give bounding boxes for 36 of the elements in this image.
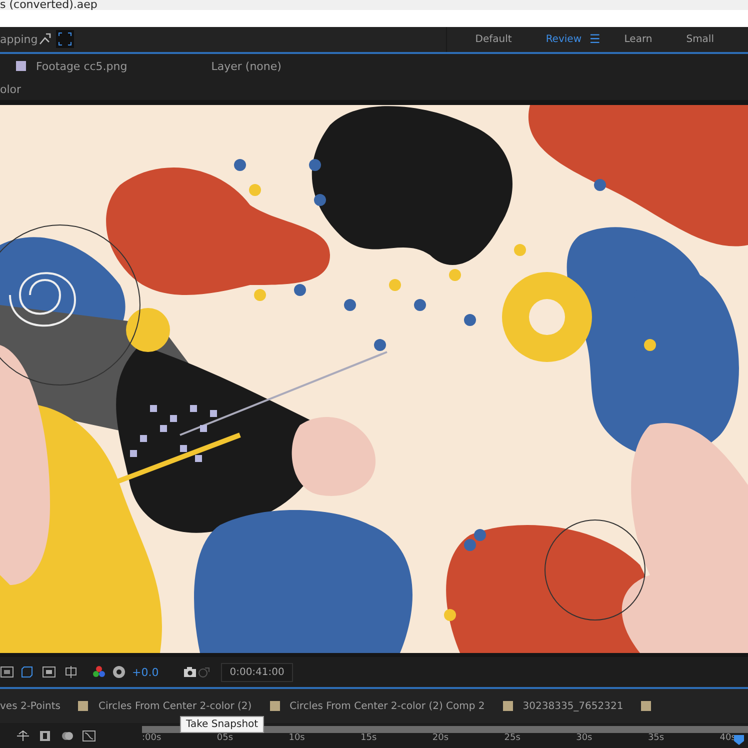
time-tick-label: :00s <box>142 733 162 744</box>
layer-tab[interactable]: Layer (none) <box>211 60 282 73</box>
timecode-field[interactable]: 0:00:41:00 <box>220 662 294 682</box>
composition-tab[interactable]: 30238335_7652321 <box>522 700 624 712</box>
color-channels-icon[interactable] <box>92 665 106 680</box>
workspace-tab[interactable]: Default <box>475 34 512 45</box>
snap-toggle-button[interactable] <box>56 30 74 48</box>
tooltip: Take Snapshot <box>180 716 264 733</box>
menu-icon[interactable]: ☰ <box>590 32 600 46</box>
snapping-label: apping <box>0 32 38 46</box>
film-icon[interactable] <box>38 728 52 743</box>
grid-icon[interactable] <box>0 665 14 680</box>
workspace-tab[interactable]: Small <box>686 34 714 45</box>
panel-label: olor <box>0 83 22 96</box>
workspace-tab[interactable]: Review <box>546 34 582 45</box>
solo-icon[interactable] <box>16 728 30 743</box>
composition-tab[interactable]: ves 2-Points <box>0 700 60 712</box>
composition-tab[interactable]: Circles From Center 2-color (2) Comp 2 <box>290 700 485 712</box>
playhead-icon[interactable] <box>734 735 744 746</box>
graph-editor-icon[interactable] <box>82 728 96 743</box>
time-tick-label: 10s <box>288 733 305 744</box>
window-title: s (converted).aep <box>0 0 98 10</box>
time-tick-label: 30s <box>576 733 592 744</box>
time-tick-label: 35s <box>648 733 664 744</box>
camera-icon[interactable] <box>182 665 197 680</box>
footage-swatch <box>16 61 26 72</box>
snap-arrow-icon[interactable] <box>38 32 52 46</box>
workspace-tab[interactable]: Learn <box>624 34 652 45</box>
time-tick-label: 20s <box>432 733 449 744</box>
time-tick-label: 25s <box>504 733 520 744</box>
exposure-icon[interactable] <box>112 665 126 680</box>
composition-tab[interactable]: Circles From Center 2-color (2) <box>98 700 252 712</box>
footage-tab[interactable]: Footage cc5.png <box>36 60 128 73</box>
time-tick-label: 05s <box>216 733 234 744</box>
exposure-value[interactable]: +0.0 <box>132 666 159 679</box>
time-tick-label: 15s <box>360 733 377 744</box>
